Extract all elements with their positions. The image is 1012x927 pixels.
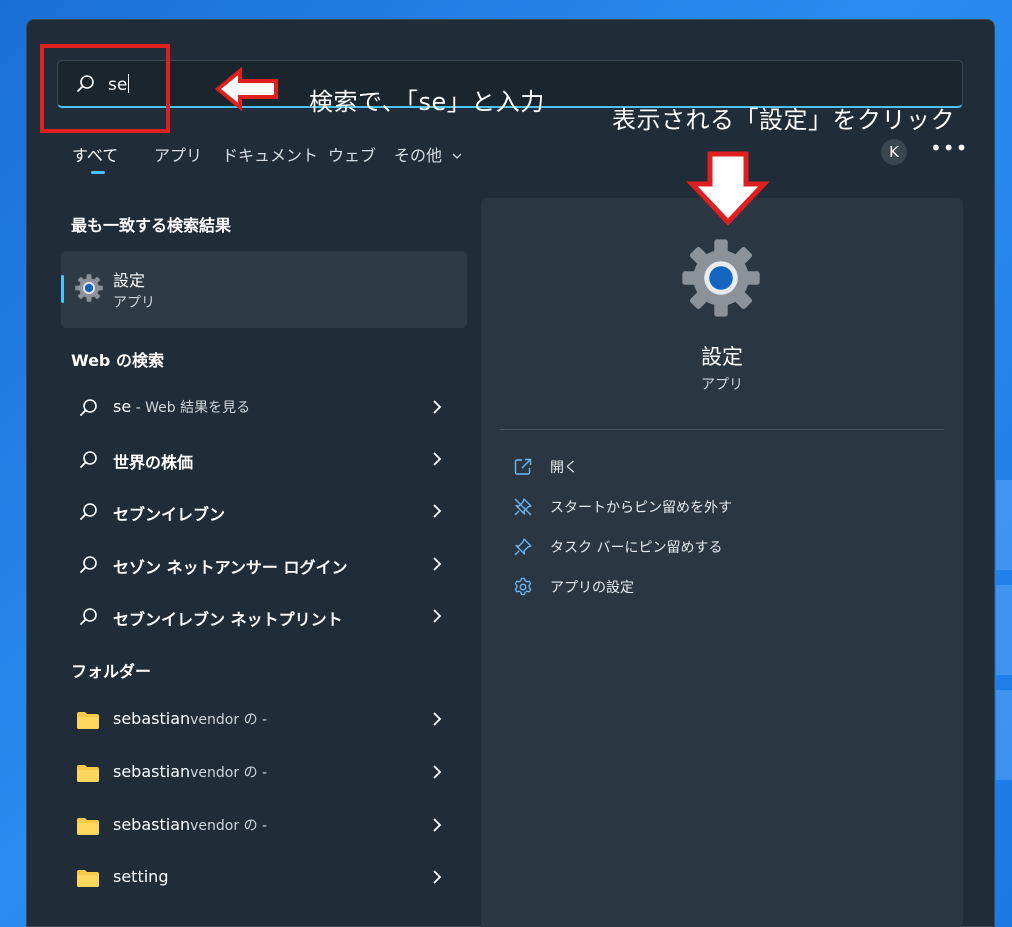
chevron-right-icon bbox=[433, 765, 442, 779]
gear-icon bbox=[514, 577, 532, 596]
chevron-right-icon bbox=[433, 452, 442, 466]
annotation-step-2: 表示される「設定」をクリック bbox=[612, 106, 955, 134]
action-open-label: 開く bbox=[550, 460, 578, 476]
action-unpin-start-label: スタートからピン留めを外す bbox=[550, 500, 732, 516]
search-icon bbox=[80, 399, 97, 416]
chevron-right-icon bbox=[433, 712, 442, 726]
chevron-right-icon bbox=[433, 504, 442, 518]
web-search-item[interactable]: セブンイレブン ネットプリント bbox=[61, 595, 467, 639]
folder-item-suffix: vendor の - bbox=[190, 818, 268, 834]
chevron-right-icon bbox=[433, 609, 442, 623]
unpin-icon bbox=[514, 498, 532, 516]
open-external-icon bbox=[514, 458, 532, 475]
annotation-highlight-box bbox=[40, 44, 170, 133]
folder-icon bbox=[77, 818, 99, 835]
web-search-heading: Web の検索 bbox=[71, 351, 164, 370]
action-pin-taskbar-label: タスク バーにピン留めする bbox=[550, 540, 723, 556]
chevron-right-icon bbox=[433, 400, 442, 414]
chevron-right-icon bbox=[433, 557, 442, 571]
tab-apps[interactable]: アプリ bbox=[154, 142, 202, 166]
search-icon bbox=[80, 451, 97, 468]
preview-pane: 設定 アプリ 開く スタートからピン留めを外す タスク バーにピン留めする アプ… bbox=[481, 198, 963, 927]
action-open[interactable]: 開く bbox=[513, 453, 933, 483]
settings-gear-icon bbox=[75, 274, 103, 302]
best-match-result-settings[interactable]: 設定 アプリ bbox=[61, 251, 467, 328]
web-search-item[interactable]: セゾン ネットアンサー ログイン bbox=[61, 543, 467, 587]
more-options-button[interactable]: ••• bbox=[930, 136, 968, 160]
preview-subtitle: アプリ bbox=[701, 377, 743, 393]
annotation-arrow-left-icon bbox=[214, 67, 278, 111]
tab-more[interactable]: その他 bbox=[394, 142, 463, 166]
action-app-settings[interactable]: アプリの設定 bbox=[513, 573, 933, 603]
folder-item[interactable]: setting bbox=[61, 856, 467, 900]
tab-more-label: その他 bbox=[394, 146, 443, 165]
tab-documents[interactable]: ドキュメント bbox=[222, 142, 318, 166]
chevron-down-icon bbox=[452, 153, 462, 159]
folder-item-label: sebastianvendor の - bbox=[113, 709, 268, 728]
folder-item-suffix: vendor の - bbox=[190, 765, 268, 781]
web-search-item-label: セブンイレブン bbox=[113, 505, 226, 524]
folder-item-label: sebastianvendor の - bbox=[113, 815, 268, 834]
pin-icon bbox=[514, 538, 532, 556]
search-icon bbox=[80, 556, 97, 573]
folder-icon bbox=[77, 712, 99, 729]
best-match-subtitle: アプリ bbox=[113, 295, 155, 311]
chevron-right-icon bbox=[433, 870, 442, 884]
tab-web[interactable]: ウェブ bbox=[328, 142, 376, 166]
web-search-item-suffix: - Web 結果を見る bbox=[131, 400, 251, 416]
web-search-item-label: se - Web 結果を見る bbox=[113, 397, 251, 416]
action-pin-taskbar[interactable]: タスク バーにピン留めする bbox=[513, 533, 933, 563]
best-match-title: 設定 bbox=[113, 271, 146, 290]
tab-all[interactable]: すべて bbox=[72, 142, 118, 166]
account-avatar[interactable]: K bbox=[881, 139, 907, 165]
annotation-step-1: 検索で、「se」と入力 bbox=[309, 88, 545, 116]
folder-icon bbox=[77, 870, 99, 887]
action-app-settings-label: アプリの設定 bbox=[550, 580, 634, 596]
folder-icon bbox=[77, 765, 99, 782]
folder-item[interactable]: sebastianvendor の - bbox=[61, 698, 467, 742]
web-search-item[interactable]: 世界の株価 bbox=[61, 438, 467, 482]
chevron-right-icon bbox=[433, 818, 442, 832]
active-tab-indicator bbox=[91, 171, 105, 174]
web-search-item-label: セゾン ネットアンサー ログイン bbox=[113, 558, 348, 577]
search-icon bbox=[80, 503, 97, 520]
action-unpin-start[interactable]: スタートからピン留めを外す bbox=[513, 493, 933, 523]
folder-item[interactable]: sebastianvendor の - bbox=[61, 751, 467, 795]
search-icon bbox=[80, 608, 97, 625]
folder-item-label: setting bbox=[113, 867, 169, 886]
folder-item-suffix: vendor の - bbox=[190, 712, 268, 728]
web-search-item-label: 世界の株価 bbox=[113, 453, 194, 472]
best-match-heading: 最も一致する検索結果 bbox=[71, 216, 232, 235]
settings-gear-icon bbox=[682, 239, 760, 317]
folder-item-label: sebastianvendor の - bbox=[113, 762, 268, 781]
selection-indicator bbox=[61, 275, 64, 303]
preview-title[interactable]: 設定 bbox=[481, 341, 963, 371]
web-search-item[interactable]: se - Web 結果を見る bbox=[61, 386, 467, 430]
folders-heading: フォルダー bbox=[71, 662, 152, 681]
folder-item[interactable]: sebastianvendor の - bbox=[61, 804, 467, 848]
web-search-item[interactable]: セブンイレブン bbox=[61, 490, 467, 534]
divider bbox=[500, 429, 944, 430]
annotation-arrow-down-icon bbox=[686, 151, 770, 226]
desktop-background-window bbox=[996, 0, 1012, 927]
web-search-item-label: セブンイレブン ネットプリント bbox=[113, 610, 343, 629]
